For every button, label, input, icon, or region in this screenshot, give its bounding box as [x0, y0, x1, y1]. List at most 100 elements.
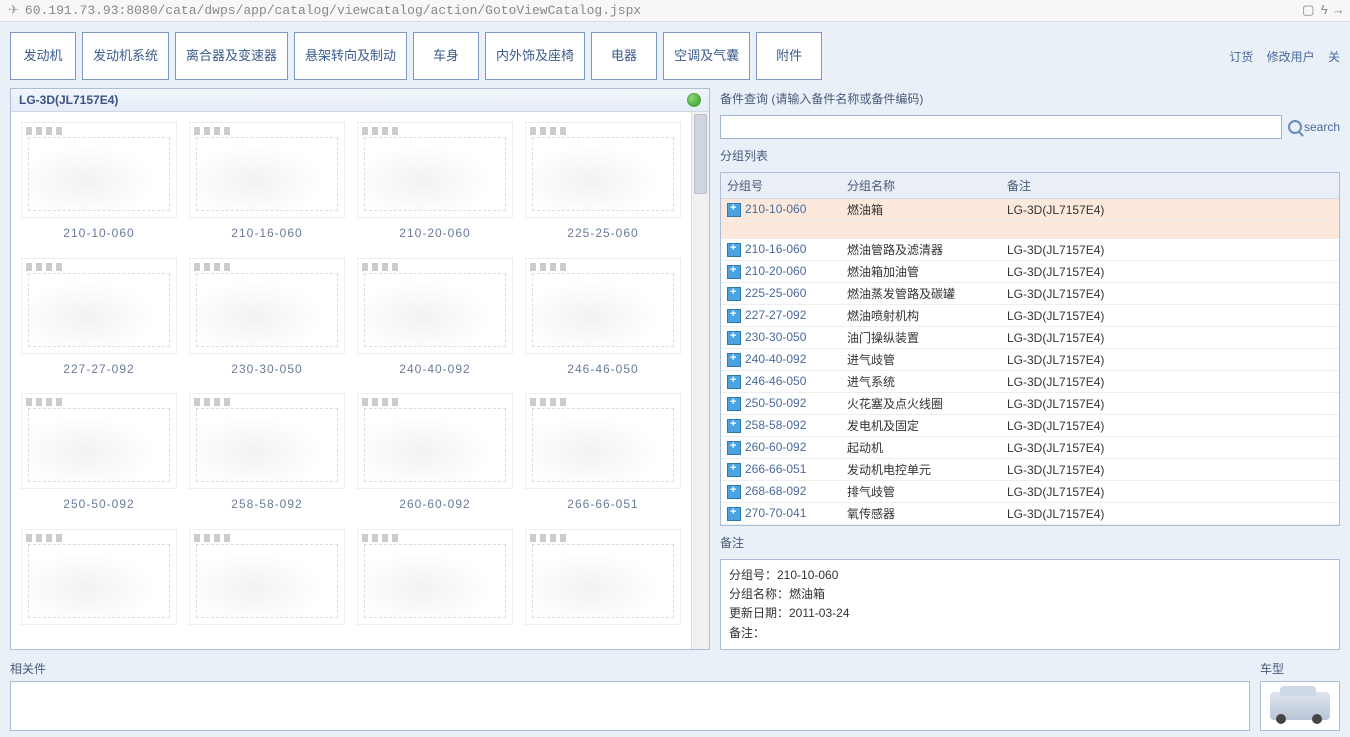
- vehicle-label: 车型: [1260, 658, 1340, 679]
- lightning-icon[interactable]: ϟ: [1320, 3, 1328, 18]
- diagram-thumb[interactable]: 227-27-092: [17, 254, 181, 386]
- expand-icon[interactable]: [727, 441, 741, 455]
- category-tab[interactable]: 附件: [756, 32, 822, 80]
- diagram-image: [525, 258, 681, 354]
- related-label: 相关件: [10, 658, 1260, 679]
- cell-name: 发电机及固定: [841, 415, 1001, 437]
- diagram-thumb[interactable]: 240-40-092: [353, 254, 517, 386]
- table-row[interactable]: 260-60-092起动机LG-3D(JL7157E4): [721, 437, 1339, 459]
- cell-code: 210-16-060: [745, 242, 806, 256]
- cell-code: 266-66-051: [745, 462, 806, 476]
- battery-icon[interactable]: ▢: [1302, 3, 1314, 18]
- expand-icon[interactable]: [727, 419, 741, 433]
- link-order[interactable]: 订货: [1229, 50, 1253, 64]
- diagram-thumb[interactable]: [353, 525, 517, 643]
- category-tab[interactable]: 发动机: [10, 32, 76, 80]
- diagram-label: 258-58-092: [231, 497, 302, 511]
- table-row[interactable]: 246-46-050进气系统LG-3D(JL7157E4): [721, 371, 1339, 393]
- expand-icon[interactable]: [727, 331, 741, 345]
- diagram-thumb[interactable]: 246-46-050: [521, 254, 685, 386]
- table-row[interactable]: 266-66-051发动机电控单元LG-3D(JL7157E4): [721, 459, 1339, 481]
- globe-icon[interactable]: [687, 93, 701, 107]
- category-tab[interactable]: 发动机系统: [82, 32, 169, 80]
- expand-icon[interactable]: [727, 265, 741, 279]
- expand-icon[interactable]: [727, 243, 741, 257]
- diagram-thumb[interactable]: 250-50-092: [17, 389, 181, 521]
- category-tab[interactable]: 内外饰及座椅: [485, 32, 585, 80]
- cell-code: 230-30-050: [745, 330, 806, 344]
- diagram-thumb[interactable]: [185, 525, 349, 643]
- diagram-thumb[interactable]: 210-16-060: [185, 118, 349, 250]
- diagram-label: 230-30-050: [231, 362, 302, 376]
- diagram-image: [357, 258, 513, 354]
- cell-remark: LG-3D(JL7157E4): [1001, 261, 1339, 283]
- table-row[interactable]: 210-20-060燃油箱加油管LG-3D(JL7157E4): [721, 261, 1339, 283]
- table-row[interactable]: 230-30-050油门操纵装置LG-3D(JL7157E4): [721, 327, 1339, 349]
- cell-code: 210-20-060: [745, 264, 806, 278]
- diagram-thumb[interactable]: 266-66-051: [521, 389, 685, 521]
- cell-name: 燃油管路及滤清器: [841, 239, 1001, 261]
- url-bar: ✈ 60.191.73.93:8080/cata/dwps/app/catalo…: [0, 0, 1350, 22]
- link-close[interactable]: 关: [1328, 50, 1340, 64]
- scrollbar[interactable]: [691, 112, 709, 649]
- category-tab[interactable]: 离合器及变速器: [175, 32, 288, 80]
- expand-icon[interactable]: [727, 485, 741, 499]
- table-row[interactable]: 210-16-060 燃油管路及滤清器LG-3D(JL7157E4): [721, 239, 1339, 261]
- diagram-thumb[interactable]: [17, 525, 181, 643]
- cell-remark: LG-3D(JL7157E4): [1001, 415, 1339, 437]
- diagram-label: 250-50-092: [63, 497, 134, 511]
- note-line: 分组名称：燃油箱: [729, 585, 1331, 604]
- diagram-label: 225-25-060: [567, 226, 638, 240]
- table-row[interactable]: 240-40-092进气歧管LG-3D(JL7157E4): [721, 349, 1339, 371]
- expand-icon[interactable]: [727, 507, 741, 521]
- diagram-image: [21, 122, 177, 218]
- diagram-thumb[interactable]: 230-30-050: [185, 254, 349, 386]
- category-tab[interactable]: 车身: [413, 32, 479, 80]
- diagram-thumb[interactable]: 260-60-092: [353, 389, 517, 521]
- diagram-thumb[interactable]: 210-10-060: [17, 118, 181, 250]
- diagram-image: [525, 122, 681, 218]
- expand-icon[interactable]: [727, 309, 741, 323]
- search-input[interactable]: [720, 115, 1282, 139]
- table-row[interactable]: 270-70-041氧传感器LG-3D(JL7157E4): [721, 503, 1339, 525]
- expand-icon[interactable]: [727, 353, 741, 367]
- category-tab[interactable]: 空调及气囊: [663, 32, 750, 80]
- search-button[interactable]: search: [1288, 120, 1340, 134]
- cell-code: 246-46-050: [745, 374, 806, 388]
- diagram-thumb[interactable]: 258-58-092: [185, 389, 349, 521]
- expand-icon[interactable]: [727, 375, 741, 389]
- diagram-panel-header: LG-3D(JL7157E4): [11, 89, 709, 112]
- table-row[interactable]: 258-58-092发电机及固定LG-3D(JL7157E4): [721, 415, 1339, 437]
- vehicle-thumb[interactable]: [1260, 681, 1340, 731]
- top-toolbar: 发动机发动机系统离合器及变速器悬架转向及制动车身内外饰及座椅电器空调及气囊附件 …: [0, 22, 1350, 88]
- rocket-icon: ✈: [8, 3, 19, 18]
- table-row[interactable]: 250-50-092火花塞及点火线圈LG-3D(JL7157E4): [721, 393, 1339, 415]
- expand-icon[interactable]: [727, 397, 741, 411]
- diagram-label: 260-60-092: [399, 497, 470, 511]
- category-tabs: 发动机发动机系统离合器及变速器悬架转向及制动车身内外饰及座椅电器空调及气囊附件: [10, 32, 822, 80]
- diagram-grid: 210-10-060210-16-060210-20-060 225-25-060…: [11, 112, 691, 649]
- group-list-label: 分组列表: [720, 145, 1340, 166]
- expand-icon[interactable]: [727, 463, 741, 477]
- group-table: 分组号 分组名称 备注 210-10-060燃油箱LG-3D(JL7157E4)…: [720, 172, 1340, 526]
- arrow-icon[interactable]: →: [1334, 3, 1342, 18]
- table-row[interactable]: 268-68-092排气歧管LG-3D(JL7157E4): [721, 481, 1339, 503]
- diagram-thumb[interactable]: 210-20-060: [353, 118, 517, 250]
- cell-remark: LG-3D(JL7157E4): [1001, 481, 1339, 503]
- table-row[interactable]: 210-10-060燃油箱LG-3D(JL7157E4): [721, 199, 1339, 221]
- expand-icon[interactable]: [727, 287, 741, 301]
- related-parts-box: [10, 681, 1250, 731]
- diagram-image: [21, 258, 177, 354]
- diagram-thumb[interactable]: [521, 525, 685, 643]
- diagram-image: [21, 393, 177, 489]
- diagram-image: [189, 258, 345, 354]
- table-row[interactable]: 227-27-092燃油喷射机构LG-3D(JL7157E4): [721, 305, 1339, 327]
- cell-remark: LG-3D(JL7157E4): [1001, 239, 1339, 261]
- expand-icon[interactable]: [727, 203, 741, 217]
- scrollbar-thumb[interactable]: [694, 114, 707, 194]
- diagram-thumb[interactable]: 225-25-060: [521, 118, 685, 250]
- category-tab[interactable]: 悬架转向及制动: [294, 32, 407, 80]
- category-tab[interactable]: 电器: [591, 32, 657, 80]
- link-modify-user[interactable]: 修改用户: [1267, 50, 1315, 64]
- table-row[interactable]: 225-25-060燃油蒸发管路及碳罐LG-3D(JL7157E4): [721, 283, 1339, 305]
